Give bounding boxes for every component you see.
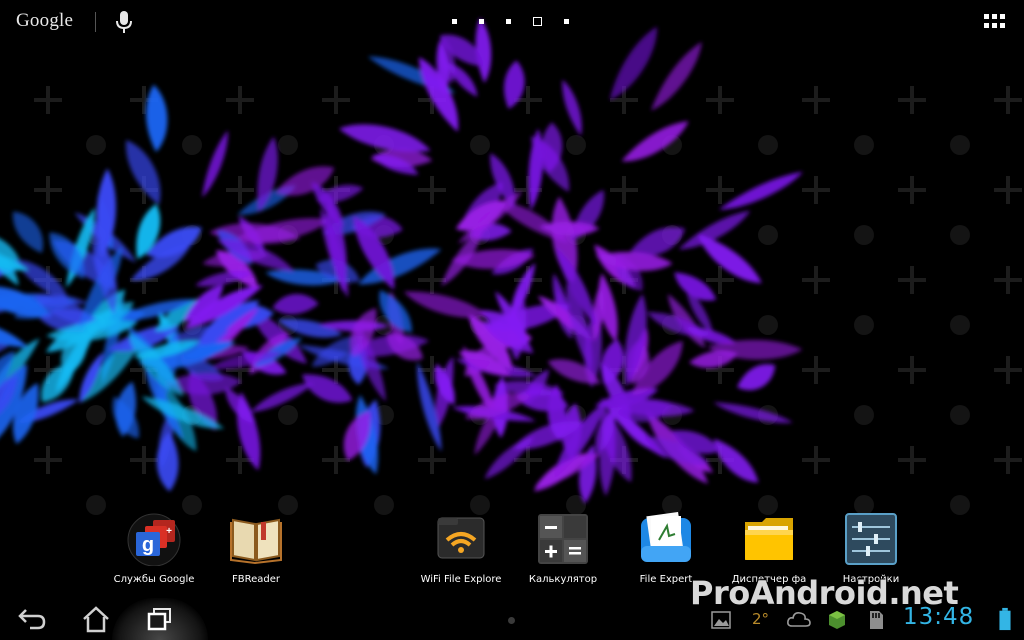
wifi-icon [437,517,485,559]
app-label: Калькулятор [528,574,598,585]
home-icon[interactable] [76,602,116,636]
app-calculator[interactable]: Калькулятор [511,512,615,585]
sd-card-icon[interactable] [866,608,886,632]
svg-text:+: + [166,526,172,537]
nav-center-dot [508,617,515,624]
recent-apps-icon[interactable] [140,602,180,636]
gallery-notification-icon[interactable] [710,608,732,632]
cloud-sync-icon[interactable] [786,608,812,632]
app-label: Службы Google [113,574,195,585]
book-icon [230,518,282,565]
google-services-icon: g + [127,513,181,567]
search-divider [95,12,96,32]
svg-text:g: g [142,534,154,556]
folder-icon [745,518,793,560]
app-google-services[interactable]: g + Службы Google [102,512,206,585]
page-dot[interactable] [452,18,457,24]
weather-temperature[interactable]: 2° [752,610,769,628]
file-expert-icon [641,511,691,562]
page-dot[interactable] [564,18,569,24]
battery-icon[interactable] [998,607,1012,631]
app-wifi-file-explorer[interactable]: WiFi File Explore [409,512,513,585]
page-dot[interactable] [506,18,511,24]
android-app-notification-icon[interactable] [826,608,848,632]
app-fbreader[interactable]: FBReader [204,512,308,585]
status-clock[interactable]: 13:48 [903,604,974,630]
page-dot[interactable] [479,18,484,24]
all-apps-icon[interactable] [984,14,1006,32]
back-icon[interactable] [12,602,52,636]
app-label: FBReader [231,574,280,585]
voice-search-icon[interactable] [112,9,136,35]
calculator-icon [538,514,588,564]
app-label: WiFi File Explore [420,574,502,585]
settings-sliders-icon [845,513,897,565]
page-indicator [452,16,591,26]
google-search-button[interactable]: Google [16,10,73,32]
page-dot-active[interactable] [533,16,542,26]
top-bar: Google [0,0,1024,44]
